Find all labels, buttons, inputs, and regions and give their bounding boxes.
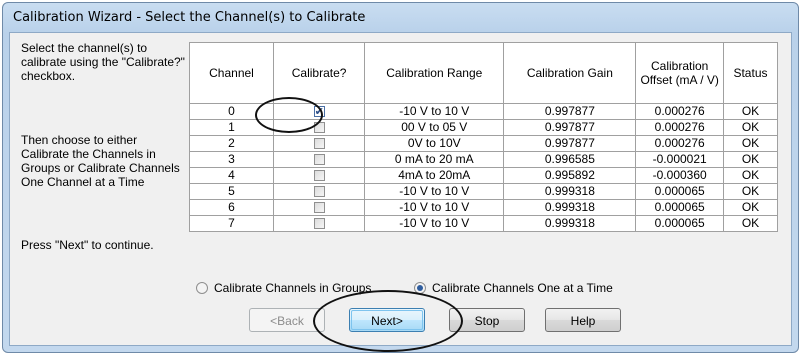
- offset-cell: 0.000065: [635, 215, 724, 232]
- calibrate-cell[interactable]: [272, 215, 366, 232]
- calibrate-checkbox[interactable]: [313, 122, 325, 134]
- calibrate-checkbox[interactable]: [313, 154, 325, 166]
- range-cell: 00 V to 05 V: [364, 119, 505, 136]
- calibrate-cell[interactable]: [272, 103, 366, 120]
- header-calibration-gain: Calibration Gain: [503, 42, 637, 104]
- channel-cell: 5: [189, 183, 274, 200]
- status-cell: OK: [722, 135, 779, 152]
- stop-button[interactable]: Stop: [449, 308, 525, 332]
- calibrate-checkbox[interactable]: [313, 170, 325, 182]
- offset-cell: 0.000065: [635, 199, 724, 216]
- offset-cell: 0.000276: [635, 135, 724, 152]
- offset-cell: 0.000276: [635, 119, 724, 136]
- channel-cell: 4: [189, 167, 274, 184]
- table-row: 4 4mA to 20mA 0.995892 -0.000360 OK: [189, 167, 779, 184]
- help-button[interactable]: Help: [545, 308, 621, 332]
- back-button[interactable]: <Back: [249, 308, 325, 332]
- offset-cell: -0.000360: [635, 167, 724, 184]
- channel-cell: 3: [189, 151, 274, 168]
- range-cell: -10 V to 10 V: [364, 103, 505, 120]
- status-cell: OK: [722, 103, 779, 120]
- window-title: Calibration Wizard - Select the Channel(…: [13, 10, 366, 25]
- mode-instructions: Then choose to either Calibrate the Chan…: [21, 133, 180, 189]
- header-calibration-offset: Calibration Offset (mA / V): [635, 42, 724, 104]
- calibrate-cell[interactable]: [272, 119, 366, 136]
- table-row: 1 00 V to 05 V 0.997877 0.000276 OK: [189, 119, 779, 136]
- calibrate-checkbox[interactable]: [313, 202, 325, 214]
- gain-cell: 0.996585: [503, 151, 637, 168]
- select-instructions: Select the channel(s) to calibrate using…: [21, 41, 185, 83]
- table-row: 2 0V to 10V 0.997877 0.000276 OK: [189, 135, 779, 152]
- channel-table: Channel Calibrate? Calibration Range Cal…: [189, 42, 779, 232]
- channel-cell: 2: [189, 135, 274, 152]
- offset-cell: -0.000021: [635, 151, 724, 168]
- gain-cell: 0.997877: [503, 119, 637, 136]
- calibrate-checkbox[interactable]: [313, 218, 325, 230]
- channel-cell: 1: [189, 119, 274, 136]
- table-row: 3 0 mA to 20 mA 0.996585 -0.000021 OK: [189, 151, 779, 168]
- range-cell: -10 V to 10 V: [364, 215, 505, 232]
- table-row: 7 -10 V to 10 V 0.999318 0.000065 OK: [189, 215, 779, 232]
- range-cell: -10 V to 10 V: [364, 199, 505, 216]
- table-row: 5 -10 V to 10 V 0.999318 0.000065 OK: [189, 183, 779, 200]
- gain-cell: 0.995892: [503, 167, 637, 184]
- calibrate-one-at-a-time-radio[interactable]: [414, 282, 426, 294]
- calibrate-checkbox[interactable]: [313, 138, 325, 150]
- status-cell: OK: [722, 215, 779, 232]
- status-cell: OK: [722, 167, 779, 184]
- header-calibration-range: Calibration Range: [364, 42, 505, 104]
- status-cell: OK: [722, 199, 779, 216]
- calibrate-cell[interactable]: [272, 151, 366, 168]
- gain-cell: 0.999318: [503, 215, 637, 232]
- gain-cell: 0.997877: [503, 135, 637, 152]
- calibrate-cell[interactable]: [272, 199, 366, 216]
- offset-cell: 0.000276: [635, 103, 724, 120]
- calibration-wizard-window: Calibration Wizard - Select the Channel(…: [2, 2, 799, 353]
- calibrate-cell[interactable]: [272, 183, 366, 200]
- range-cell: 0 mA to 20 mA: [364, 151, 505, 168]
- continue-instructions: Press "Next" to continue.: [21, 238, 154, 252]
- range-cell: 0V to 10V: [364, 135, 505, 152]
- header-status: Status: [722, 42, 779, 104]
- gain-cell: 0.997877: [503, 103, 637, 120]
- wizard-body: Select the channel(s) to calibrate using…: [9, 32, 792, 346]
- calibrate-in-groups-radio[interactable]: [196, 282, 208, 294]
- calibrate-checkbox[interactable]: [313, 104, 325, 119]
- offset-cell: 0.000065: [635, 183, 724, 200]
- gain-cell: 0.999318: [503, 199, 637, 216]
- next-button[interactable]: Next>: [349, 308, 425, 332]
- table-row: 0 -10 V to 10 V0.9978770.000276OK: [189, 103, 779, 120]
- table-header-row: Channel Calibrate? Calibration Range Cal…: [189, 42, 779, 104]
- channel-cell: 7: [189, 215, 274, 232]
- title-bar[interactable]: Calibration Wizard - Select the Channel(…: [3, 3, 798, 33]
- status-cell: OK: [722, 119, 779, 136]
- calibrate-checkbox[interactable]: [313, 186, 325, 198]
- table-row: 6 -10 V to 10 V 0.999318 0.000065 OK: [189, 199, 779, 216]
- calibrate-one-at-a-time-label[interactable]: Calibrate Channels One at a Time: [432, 281, 613, 295]
- calibrate-cell[interactable]: [272, 167, 366, 184]
- header-calibrate: Calibrate?: [272, 42, 366, 104]
- status-cell: OK: [722, 151, 779, 168]
- status-cell: OK: [722, 183, 779, 200]
- calibrate-cell[interactable]: [272, 135, 366, 152]
- range-cell: -10 V to 10 V: [364, 183, 505, 200]
- gain-cell: 0.999318: [503, 183, 637, 200]
- channel-cell: 0: [189, 103, 274, 120]
- range-cell: 4mA to 20mA: [364, 167, 505, 184]
- channel-cell: 6: [189, 199, 274, 216]
- calibrate-in-groups-label[interactable]: Calibrate Channels in Groups: [214, 281, 371, 295]
- header-channel: Channel: [189, 42, 274, 104]
